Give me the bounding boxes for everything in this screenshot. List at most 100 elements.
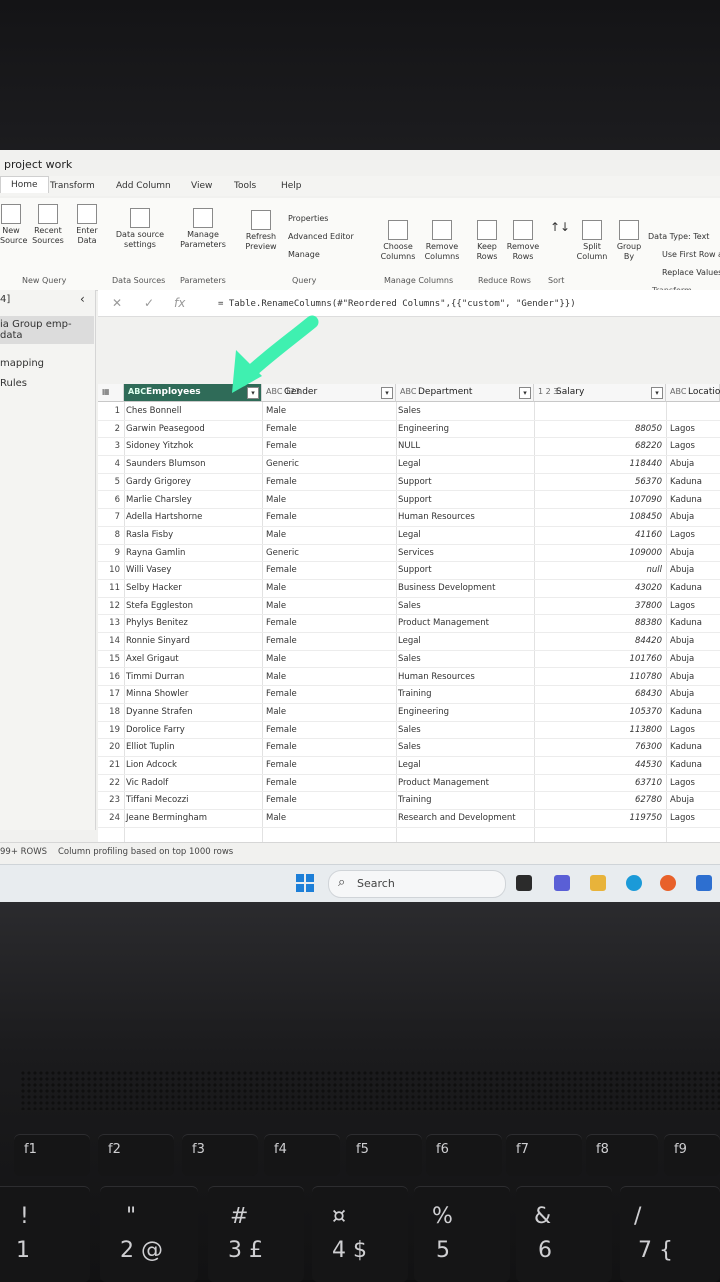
cell-gender[interactable]: Generic: [266, 459, 299, 469]
cell-location[interactable]: Lagos: [670, 813, 695, 823]
table-row[interactable]: 4 Saunders Blumson Generic Legal 118440 Abuja: [98, 455, 720, 474]
cell-location[interactable]: Abuja: [670, 654, 694, 664]
row-number[interactable]: 24: [104, 813, 120, 823]
table-row[interactable]: 11 Selby Hacker Male Business Development 43…: [98, 579, 720, 598]
cell-department[interactable]: Legal: [398, 636, 421, 646]
cell-employee[interactable]: Axel Grigaut: [126, 654, 179, 664]
cell-gender[interactable]: Female: [266, 512, 297, 522]
refresh-preview-button[interactable]: Refresh Preview: [238, 210, 284, 252]
commit-check-icon[interactable]: ✓: [144, 296, 154, 310]
cell-gender[interactable]: Female: [266, 760, 297, 770]
table-row[interactable]: 14 Ronnie Sinyard Female Legal 84420 Abuja: [98, 632, 720, 651]
row-number[interactable]: 11: [104, 583, 120, 593]
manage-button[interactable]: Manage: [288, 250, 320, 260]
cell-salary[interactable]: 84420: [538, 636, 662, 646]
cell-gender[interactable]: Male: [266, 495, 286, 505]
row-number[interactable]: 8: [104, 530, 120, 540]
cell-salary[interactable]: 88380: [538, 618, 662, 628]
tab-home[interactable]: Home: [0, 176, 49, 193]
cell-gender[interactable]: Male: [266, 672, 286, 682]
cell-employee[interactable]: Lion Adcock: [126, 760, 177, 770]
cell-salary[interactable]: 107090: [538, 495, 662, 505]
row-number[interactable]: 4: [104, 459, 120, 469]
row-number[interactable]: 7: [104, 512, 120, 522]
cell-salary[interactable]: 68430: [538, 689, 662, 699]
cell-employee[interactable]: Ches Bonnell: [126, 406, 181, 416]
row-number[interactable]: 5: [104, 477, 120, 487]
table-row[interactable]: 22 Vic Radolf Female Product Management 6371…: [98, 774, 720, 793]
tab-transform[interactable]: Transform: [50, 181, 95, 191]
row-number[interactable]: 15: [104, 654, 120, 664]
cell-location[interactable]: Abuja: [670, 795, 694, 805]
table-row[interactable]: 23 Tiffani Mecozzi Female Training 62780 Abuj…: [98, 791, 720, 811]
cell-salary[interactable]: 43020: [538, 583, 662, 593]
cell-salary[interactable]: 37800: [538, 601, 662, 611]
column-header-employees[interactable]: ABC Employees ▾: [124, 384, 262, 402]
column-header-salary[interactable]: 1 2 3 Salary ▾: [534, 384, 666, 402]
table-row[interactable]: 6 Marlie Charsley Male Support 107090 Kaduna: [98, 491, 720, 510]
table-row[interactable]: 17 Minna Showler Female Training 68430 Abuja: [98, 685, 720, 704]
row-number[interactable]: 10: [104, 565, 120, 575]
cell-employee[interactable]: Garwin Peasegood: [126, 424, 205, 434]
cell-salary[interactable]: 109000: [538, 548, 662, 558]
filter-dropdown-icon[interactable]: ▾: [247, 387, 259, 399]
table-row[interactable]: 24 Jeane Bermingham Male Research and Devel…: [98, 809, 720, 828]
cell-gender[interactable]: Female: [266, 636, 297, 646]
cell-employee[interactable]: Elliot Tuplin: [126, 742, 175, 752]
cell-salary[interactable]: 101760: [538, 654, 662, 664]
cell-location[interactable]: Abuja: [670, 636, 694, 646]
cell-department[interactable]: Research and Development: [398, 813, 516, 823]
table-row[interactable]: 3 Sidoney Yitzhok Female NULL 68220 Lagos: [98, 437, 720, 457]
formula-input[interactable]: = Table.RenameColumns(#"Reordered Column…: [218, 299, 576, 309]
cell-location[interactable]: Abuja: [670, 672, 694, 682]
choose-columns-button[interactable]: Choose Columns: [376, 220, 420, 262]
cell-location[interactable]: Kaduna: [670, 495, 702, 505]
enter-data-button[interactable]: Enter Data: [72, 204, 102, 246]
cancel-icon[interactable]: ✕: [112, 296, 122, 310]
cell-location[interactable]: Abuja: [670, 548, 694, 558]
cell-department[interactable]: Product Management: [398, 778, 489, 788]
cell-location[interactable]: Kaduna: [670, 742, 702, 752]
cell-employee[interactable]: Phylys Benitez: [126, 618, 188, 628]
cell-location[interactable]: Kaduna: [670, 760, 702, 770]
use-first-row-button[interactable]: Use First Row a: [662, 250, 720, 260]
sort-az-icon[interactable]: ↑↓: [550, 221, 570, 233]
cell-location[interactable]: Kaduna: [670, 707, 702, 717]
cell-gender[interactable]: Female: [266, 725, 297, 735]
cell-employee[interactable]: Marlie Charsley: [126, 495, 192, 505]
cell-department[interactable]: NULL: [398, 441, 420, 451]
cell-employee[interactable]: Saunders Blumson: [126, 459, 206, 469]
column-header-gender[interactable]: ABC 123 Gender ▾: [262, 384, 396, 402]
row-number[interactable]: 1: [104, 406, 120, 416]
store-icon[interactable]: [696, 875, 712, 891]
table-row[interactable]: 13 Phylys Benitez Female Product Management…: [98, 614, 720, 634]
cell-location[interactable]: Abuja: [670, 512, 694, 522]
cell-location[interactable]: Lagos: [670, 778, 695, 788]
cell-location[interactable]: Kaduna: [670, 477, 702, 487]
cell-employee[interactable]: Minna Showler: [126, 689, 188, 699]
cell-gender[interactable]: Female: [266, 795, 297, 805]
cell-salary[interactable]: 119750: [538, 813, 662, 823]
row-number[interactable]: 19: [104, 725, 120, 735]
cell-gender[interactable]: Female: [266, 778, 297, 788]
cell-department[interactable]: Engineering: [398, 424, 449, 434]
cell-gender[interactable]: Female: [266, 618, 297, 628]
new-source-button[interactable]: New Source: [0, 204, 27, 246]
column-header-location[interactable]: ABC Location: [666, 384, 720, 402]
row-number[interactable]: 14: [104, 636, 120, 646]
row-number[interactable]: 16: [104, 672, 120, 682]
cell-department[interactable]: Support: [398, 565, 432, 575]
video-chat-icon[interactable]: [554, 875, 570, 891]
group-by-button[interactable]: Group By: [614, 220, 644, 262]
cell-location[interactable]: Abuja: [670, 689, 694, 699]
table-row[interactable]: 18 Dyanne Strafen Male Engineering 105370 Kad…: [98, 703, 720, 722]
table-row[interactable]: 5 Gardy Grigorey Female Support 56370 Kaduna: [98, 473, 720, 492]
cell-employee[interactable]: Ronnie Sinyard: [126, 636, 190, 646]
tab-add-column[interactable]: Add Column: [116, 181, 171, 191]
cell-salary[interactable]: 44530: [538, 760, 662, 770]
cell-department[interactable]: Training: [398, 689, 432, 699]
file-explorer-icon[interactable]: [590, 875, 606, 891]
row-number[interactable]: 18: [104, 707, 120, 717]
row-number[interactable]: 17: [104, 689, 120, 699]
row-number[interactable]: 6: [104, 495, 120, 505]
